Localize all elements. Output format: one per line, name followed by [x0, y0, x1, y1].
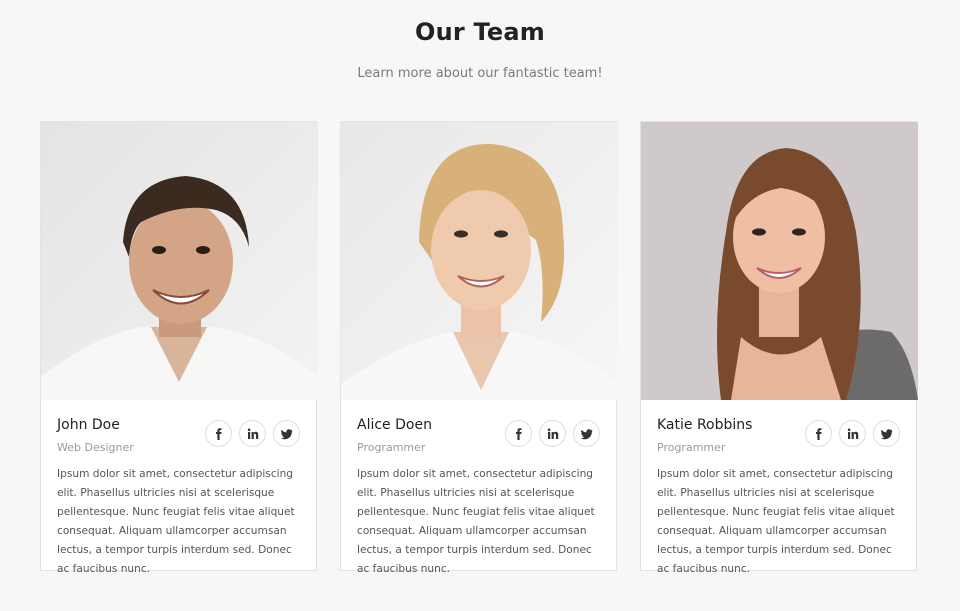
section-title: Our Team	[415, 18, 545, 46]
team-card: John Doe Web Designer Ipsum dolor sit am…	[40, 121, 318, 575]
member-role: Programmer	[357, 441, 426, 454]
portrait-woman-brunette-image	[641, 122, 918, 400]
member-name: Alice Doen	[357, 417, 432, 433]
team-member-photo	[41, 122, 318, 400]
linkedin-icon[interactable]	[839, 420, 866, 447]
team-card: Alice Doen Programmer Ipsum dolor sit am…	[340, 121, 618, 575]
team-cards: John Doe Web Designer Ipsum dolor sit am…	[40, 121, 918, 575]
linkedin-icon[interactable]	[239, 420, 266, 447]
twitter-icon[interactable]	[573, 420, 600, 447]
twitter-icon[interactable]	[273, 420, 300, 447]
portrait-woman-blonde-image	[341, 122, 618, 400]
member-role: Web Designer	[57, 441, 134, 454]
team-member-photo	[641, 122, 918, 400]
linkedin-icon[interactable]	[539, 420, 566, 447]
section-subtitle: Learn more about our fantastic team!	[357, 66, 603, 81]
facebook-icon[interactable]	[205, 420, 232, 447]
portrait-man-image	[41, 122, 318, 400]
member-bio: Ipsum dolor sit amet, consectetur adipis…	[57, 468, 295, 575]
team-card: Katie Robbins Programmer Ipsum dolor sit…	[640, 121, 918, 575]
facebook-icon[interactable]	[505, 420, 532, 447]
member-bio: Ipsum dolor sit amet, consectetur adipis…	[657, 468, 895, 575]
team-member-photo	[341, 122, 618, 400]
member-name: Katie Robbins	[657, 417, 753, 433]
member-bio: Ipsum dolor sit amet, consectetur adipis…	[357, 468, 595, 575]
member-name: John Doe	[57, 417, 120, 433]
social-links	[798, 420, 900, 450]
social-links	[498, 420, 600, 450]
facebook-icon[interactable]	[805, 420, 832, 447]
social-links	[198, 420, 300, 450]
twitter-icon[interactable]	[873, 420, 900, 447]
member-role: Programmer	[657, 441, 726, 454]
team-section: Our Team Learn more about our fantastic …	[0, 0, 960, 611]
